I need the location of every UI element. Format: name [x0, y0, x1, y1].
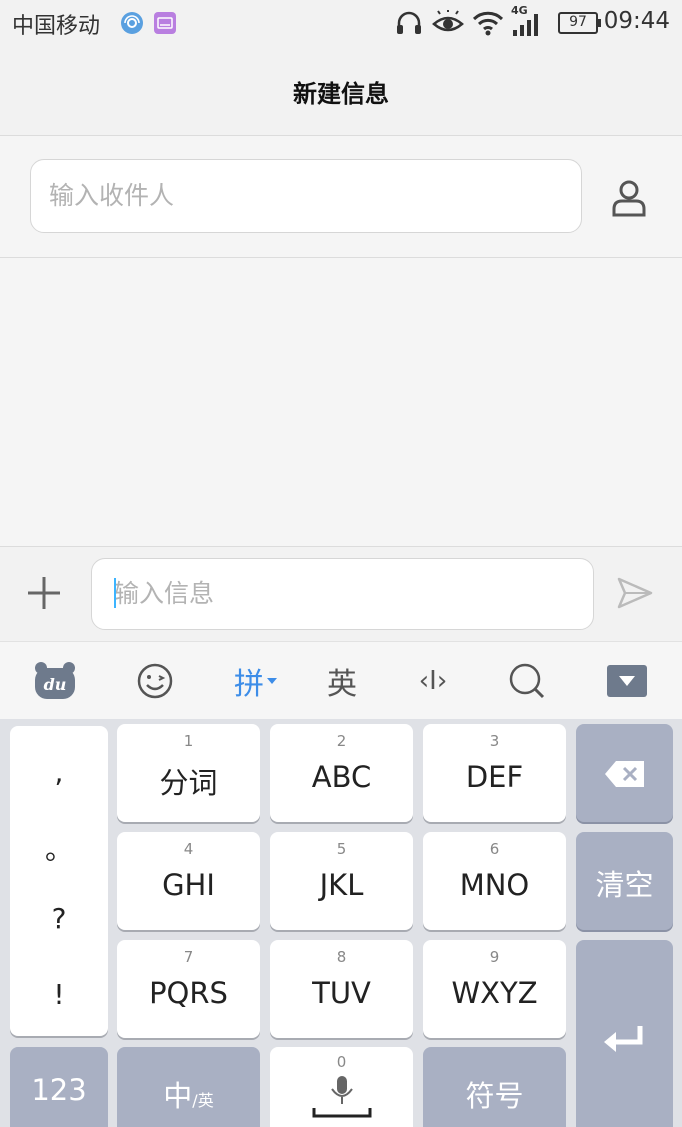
key-number: 6 — [489, 840, 500, 858]
wifi-icon — [472, 10, 504, 40]
microphone-icon — [331, 1076, 353, 1104]
clear-key[interactable]: 清空 — [576, 832, 673, 930]
caret-down-icon — [267, 678, 277, 684]
key-number: 0 — [336, 1053, 347, 1071]
key-3[interactable]: 3 DEF — [423, 724, 566, 822]
emoji-icon[interactable] — [130, 642, 180, 720]
message-list — [0, 259, 682, 546]
key-8[interactable]: 8 TUV — [270, 940, 413, 1038]
key-number: 2 — [336, 732, 347, 750]
clear-label: 清空 — [595, 868, 654, 902]
pinyin-mode-button[interactable]: 拼 — [228, 642, 284, 720]
enter-key[interactable] — [576, 940, 673, 1127]
plus-icon[interactable] — [26, 575, 62, 615]
contact-icon[interactable] — [610, 179, 648, 221]
exclamation-symbol[interactable]: ! — [10, 978, 108, 1011]
key-1[interactable]: 1 分词 — [117, 724, 260, 822]
enter-icon — [604, 1026, 643, 1052]
key-2[interactable]: 2 ABC — [270, 724, 413, 822]
key-number: 9 — [489, 948, 500, 966]
punctuation-key[interactable]: , 。 ? ! — [10, 726, 108, 1036]
search-icon[interactable] — [505, 642, 549, 720]
space-bar-icon — [312, 1108, 372, 1118]
key-7[interactable]: 7 PQRS — [117, 940, 260, 1038]
keyboard-status-icon — [154, 12, 176, 38]
recipient-area: 输入收件人 — [0, 137, 682, 258]
message-input[interactable]: 输入信息 — [91, 558, 594, 630]
title-bar: 新建信息 — [0, 48, 682, 136]
battery-level: 97 — [569, 14, 587, 30]
status-bar: 中国移动 4G 97 09:44 — [0, 0, 682, 48]
battery-icon: 97 — [558, 12, 602, 34]
lang-sub-label: /英 — [192, 1091, 214, 1110]
baidu-logo-text: du — [44, 675, 67, 694]
space-key[interactable]: 0 — [270, 1047, 413, 1127]
language-switch-key[interactable]: 中/英 — [117, 1047, 260, 1127]
keyboard-toolbar: du 拼 英 ‹I› — [0, 641, 682, 719]
symbols-key[interactable]: 符号 — [423, 1047, 566, 1127]
key-4[interactable]: 4 GHI — [117, 832, 260, 930]
backspace-key[interactable] — [576, 724, 673, 822]
key-label: JKL — [319, 868, 364, 902]
pinyin-label: 拼 — [234, 667, 264, 702]
key-number: 8 — [336, 948, 347, 966]
vpn-icon — [120, 11, 144, 39]
keyboard-body: , 。 ? ! 1 分词 2 ABC 3 DEF 4 GHI 5 JKL 6 M… — [0, 719, 682, 1127]
headphones-icon — [395, 10, 423, 40]
question-symbol[interactable]: ? — [10, 902, 108, 935]
baidu-logo-icon[interactable]: du — [30, 642, 80, 720]
period-symbol[interactable]: 。 — [10, 828, 108, 868]
send-icon[interactable] — [617, 577, 653, 613]
key-number: 4 — [183, 840, 194, 858]
comma-symbol[interactable]: , — [10, 756, 108, 789]
key-number: 7 — [183, 948, 194, 966]
key-label: WXYZ — [451, 976, 538, 1010]
key-6[interactable]: 6 MNO — [423, 832, 566, 930]
english-label: 英 — [327, 667, 357, 702]
symbols-label: 符号 — [465, 1079, 524, 1113]
key-5[interactable]: 5 JKL — [270, 832, 413, 930]
key-label: ABC — [311, 760, 372, 794]
cursor-edit-label: ‹I› — [418, 666, 448, 696]
key-label: DEF — [465, 760, 524, 794]
text-caret — [114, 578, 116, 608]
carrier-name: 中国移动 — [12, 14, 101, 39]
clock: 09:44 — [603, 8, 670, 34]
key-label: 分词 — [159, 766, 218, 800]
english-mode-button[interactable]: 英 — [320, 642, 364, 720]
key-number: 1 — [183, 732, 194, 750]
backspace-icon — [605, 761, 644, 787]
key-number: 5 — [336, 840, 347, 858]
key-label: TUV — [312, 976, 371, 1010]
key-label: MNO — [459, 868, 530, 902]
lang-main-label: 中 — [163, 1079, 193, 1113]
cursor-edit-button[interactable]: ‹I› — [408, 642, 458, 720]
eye-icon — [432, 10, 464, 40]
signal-icon — [512, 14, 542, 40]
page-title: 新建信息 — [293, 80, 389, 108]
recipient-input[interactable]: 输入收件人 — [30, 159, 582, 233]
compose-bar: 输入信息 — [0, 546, 682, 641]
key-number: 3 — [489, 732, 500, 750]
numbers-key[interactable]: 123 — [10, 1047, 108, 1127]
hide-keyboard-icon[interactable] — [605, 642, 649, 720]
key-9[interactable]: 9 WXYZ — [423, 940, 566, 1038]
key-label: PQRS — [149, 976, 228, 1010]
key-label: GHI — [162, 868, 215, 902]
numbers-label: 123 — [31, 1073, 87, 1107]
